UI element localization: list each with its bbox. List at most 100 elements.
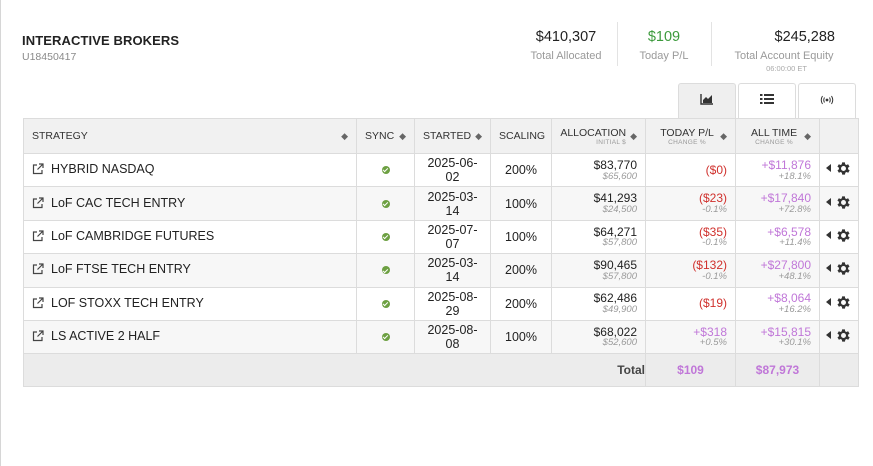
allocation-initial: $52,600 bbox=[602, 337, 637, 349]
allocation-cell: $83,770 $65,600 bbox=[551, 152, 646, 188]
external-link-icon[interactable] bbox=[32, 330, 44, 345]
gear-icon[interactable] bbox=[835, 160, 852, 180]
sync-ok-icon bbox=[381, 166, 390, 175]
gear-icon[interactable] bbox=[835, 194, 852, 214]
total-equity-value: $245,288 bbox=[774, 29, 835, 45]
alltime-cell: +$11,876 +18.1% bbox=[735, 152, 820, 188]
external-link-icon[interactable] bbox=[32, 163, 44, 178]
allocation-cell: $68,022 $52,600 bbox=[551, 319, 646, 355]
list-icon bbox=[760, 92, 774, 110]
strategy-name[interactable]: LOF STOXX TECH ENTRY bbox=[51, 296, 204, 310]
started-date: 2025-03-14 bbox=[414, 186, 491, 221]
scaling-value: 200% bbox=[490, 286, 552, 321]
gear-icon[interactable] bbox=[835, 327, 852, 347]
sort-icon[interactable]: ◆ bbox=[475, 131, 482, 142]
alltime-percent: +11.4% bbox=[779, 237, 811, 249]
col-alltime-label: ALL TIME bbox=[750, 126, 798, 139]
table-row: HYBRID NASDAQ 2025-06-02 200% $83,770 $6… bbox=[23, 152, 859, 188]
alltime-amount: +$11,876 bbox=[761, 157, 812, 172]
sync-ok-icon bbox=[381, 266, 390, 275]
table-row: LoF CAC TECH ENTRY 2025-03-14 100% $41,2… bbox=[23, 186, 859, 221]
strategy-name[interactable]: LoF CAC TECH ENTRY bbox=[51, 196, 185, 210]
tab-list[interactable] bbox=[738, 83, 796, 118]
today-pl-cell: ($19) bbox=[645, 286, 736, 321]
strategy-name[interactable]: LS ACTIVE 2 HALF bbox=[51, 329, 160, 343]
table-row: LoF CAMBRIDGE FUTURES 2025-07-07 100% $6… bbox=[23, 219, 859, 255]
allocation-cell: $62,486 $49,900 bbox=[551, 286, 646, 321]
sort-icon[interactable]: ◆ bbox=[399, 131, 406, 142]
external-link-icon[interactable] bbox=[32, 297, 44, 312]
total-equity-stat: $245,288 Total Account Equity 06:00:00 E… bbox=[728, 29, 840, 73]
caret-left-icon[interactable] bbox=[825, 197, 831, 206]
col-sync-label: SYNC bbox=[365, 130, 395, 142]
gear-icon[interactable] bbox=[835, 227, 852, 247]
today-pl-amount: ($132) bbox=[692, 258, 727, 273]
allocation-value: $83,770 bbox=[593, 157, 637, 172]
sync-ok-icon bbox=[381, 333, 390, 342]
table-total-row: Total $109 $87,973 bbox=[23, 353, 859, 388]
gear-icon[interactable] bbox=[835, 260, 852, 280]
alltime-cell: +$8,064 +16.2% bbox=[735, 286, 820, 321]
tab-chart[interactable] bbox=[678, 83, 736, 118]
allocation-initial: $49,900 bbox=[602, 304, 637, 316]
sort-icon[interactable]: ◆ bbox=[630, 131, 637, 142]
today-pl-percent: -0.1% bbox=[702, 203, 727, 215]
col-sync[interactable]: SYNC ◆ bbox=[356, 118, 415, 154]
sort-icon[interactable]: ◆ bbox=[341, 131, 348, 142]
today-pl-amount: ($0) bbox=[705, 162, 727, 177]
today-pl-cell: ($35) -0.1% bbox=[645, 219, 736, 255]
tab-broadcast[interactable] bbox=[798, 83, 856, 118]
strategy-name[interactable]: LoF FTSE TECH ENTRY bbox=[51, 262, 191, 276]
table-row: LOF STOXX TECH ENTRY 2025-08-29 200% $62… bbox=[23, 286, 859, 321]
external-link-icon[interactable] bbox=[32, 230, 44, 245]
sort-icon[interactable]: ◆ bbox=[720, 131, 727, 142]
caret-left-icon[interactable] bbox=[825, 164, 831, 173]
today-pl-cell: ($23) -0.1% bbox=[645, 186, 736, 221]
sync-cell bbox=[356, 219, 415, 255]
today-pl-value: $109 bbox=[647, 29, 681, 45]
caret-left-icon[interactable] bbox=[825, 297, 831, 306]
today-pl-label: Today P/L bbox=[639, 50, 689, 62]
alltime-percent: +48.1% bbox=[778, 270, 812, 282]
col-allocation[interactable]: ◆ ALLOCATION INITIAL $ bbox=[551, 118, 646, 154]
col-today[interactable]: ◆ TODAY P/L CHANGE % bbox=[645, 118, 736, 154]
table-header-row: STRATEGY ◆ SYNC ◆ STARTED ◆ SCALING ◆ ALLO… bbox=[23, 118, 859, 154]
gear-icon[interactable] bbox=[835, 294, 852, 314]
alltime-percent: +18.1% bbox=[778, 170, 812, 182]
strategy-name[interactable]: LoF CAMBRIDGE FUTURES bbox=[51, 229, 214, 243]
strategy-table: STRATEGY ◆ SYNC ◆ STARTED ◆ SCALING ◆ ALLO… bbox=[23, 118, 859, 388]
sync-ok-icon bbox=[381, 199, 390, 208]
allocation-initial: $57,800 bbox=[602, 237, 637, 249]
sync-ok-icon bbox=[381, 299, 390, 308]
col-started[interactable]: STARTED ◆ bbox=[414, 118, 491, 154]
total-label: Total bbox=[23, 353, 646, 388]
today-pl-cell: +$318 +0.5% bbox=[645, 319, 736, 355]
col-today-sub: CHANGE % bbox=[668, 138, 706, 146]
sync-cell bbox=[356, 319, 415, 355]
started-date: 2025-07-07 bbox=[414, 219, 491, 255]
alltime-percent: +30.1% bbox=[778, 337, 812, 349]
sync-cell bbox=[356, 253, 415, 288]
caret-left-icon[interactable] bbox=[825, 331, 831, 340]
allocation-initial: $65,600 bbox=[602, 170, 637, 182]
col-alltime[interactable]: ◆ ALL TIME CHANGE % bbox=[735, 118, 820, 154]
today-pl-percent: -0.1% bbox=[702, 270, 727, 282]
col-strategy-label: STRATEGY bbox=[32, 130, 88, 142]
strategy-name[interactable]: HYBRID NASDAQ bbox=[51, 162, 155, 176]
sync-cell bbox=[356, 152, 415, 188]
alltime-cell: +$17,840 +72.8% bbox=[735, 186, 820, 221]
col-strategy[interactable]: STRATEGY ◆ bbox=[23, 118, 357, 154]
sort-icon[interactable]: ◆ bbox=[804, 131, 811, 142]
sync-cell bbox=[356, 286, 415, 321]
alltime-percent: +16.2% bbox=[778, 304, 812, 316]
today-pl-cell: ($0) bbox=[645, 152, 736, 188]
today-pl-percent: -0.1% bbox=[702, 237, 727, 249]
external-link-icon[interactable] bbox=[32, 196, 44, 212]
stat-divider bbox=[617, 22, 618, 66]
caret-left-icon[interactable] bbox=[825, 230, 831, 239]
caret-left-icon[interactable] bbox=[825, 264, 831, 273]
col-actions bbox=[819, 118, 859, 154]
external-link-icon[interactable] bbox=[32, 263, 44, 278]
actions-cell bbox=[819, 253, 859, 288]
actions-cell bbox=[819, 152, 859, 188]
